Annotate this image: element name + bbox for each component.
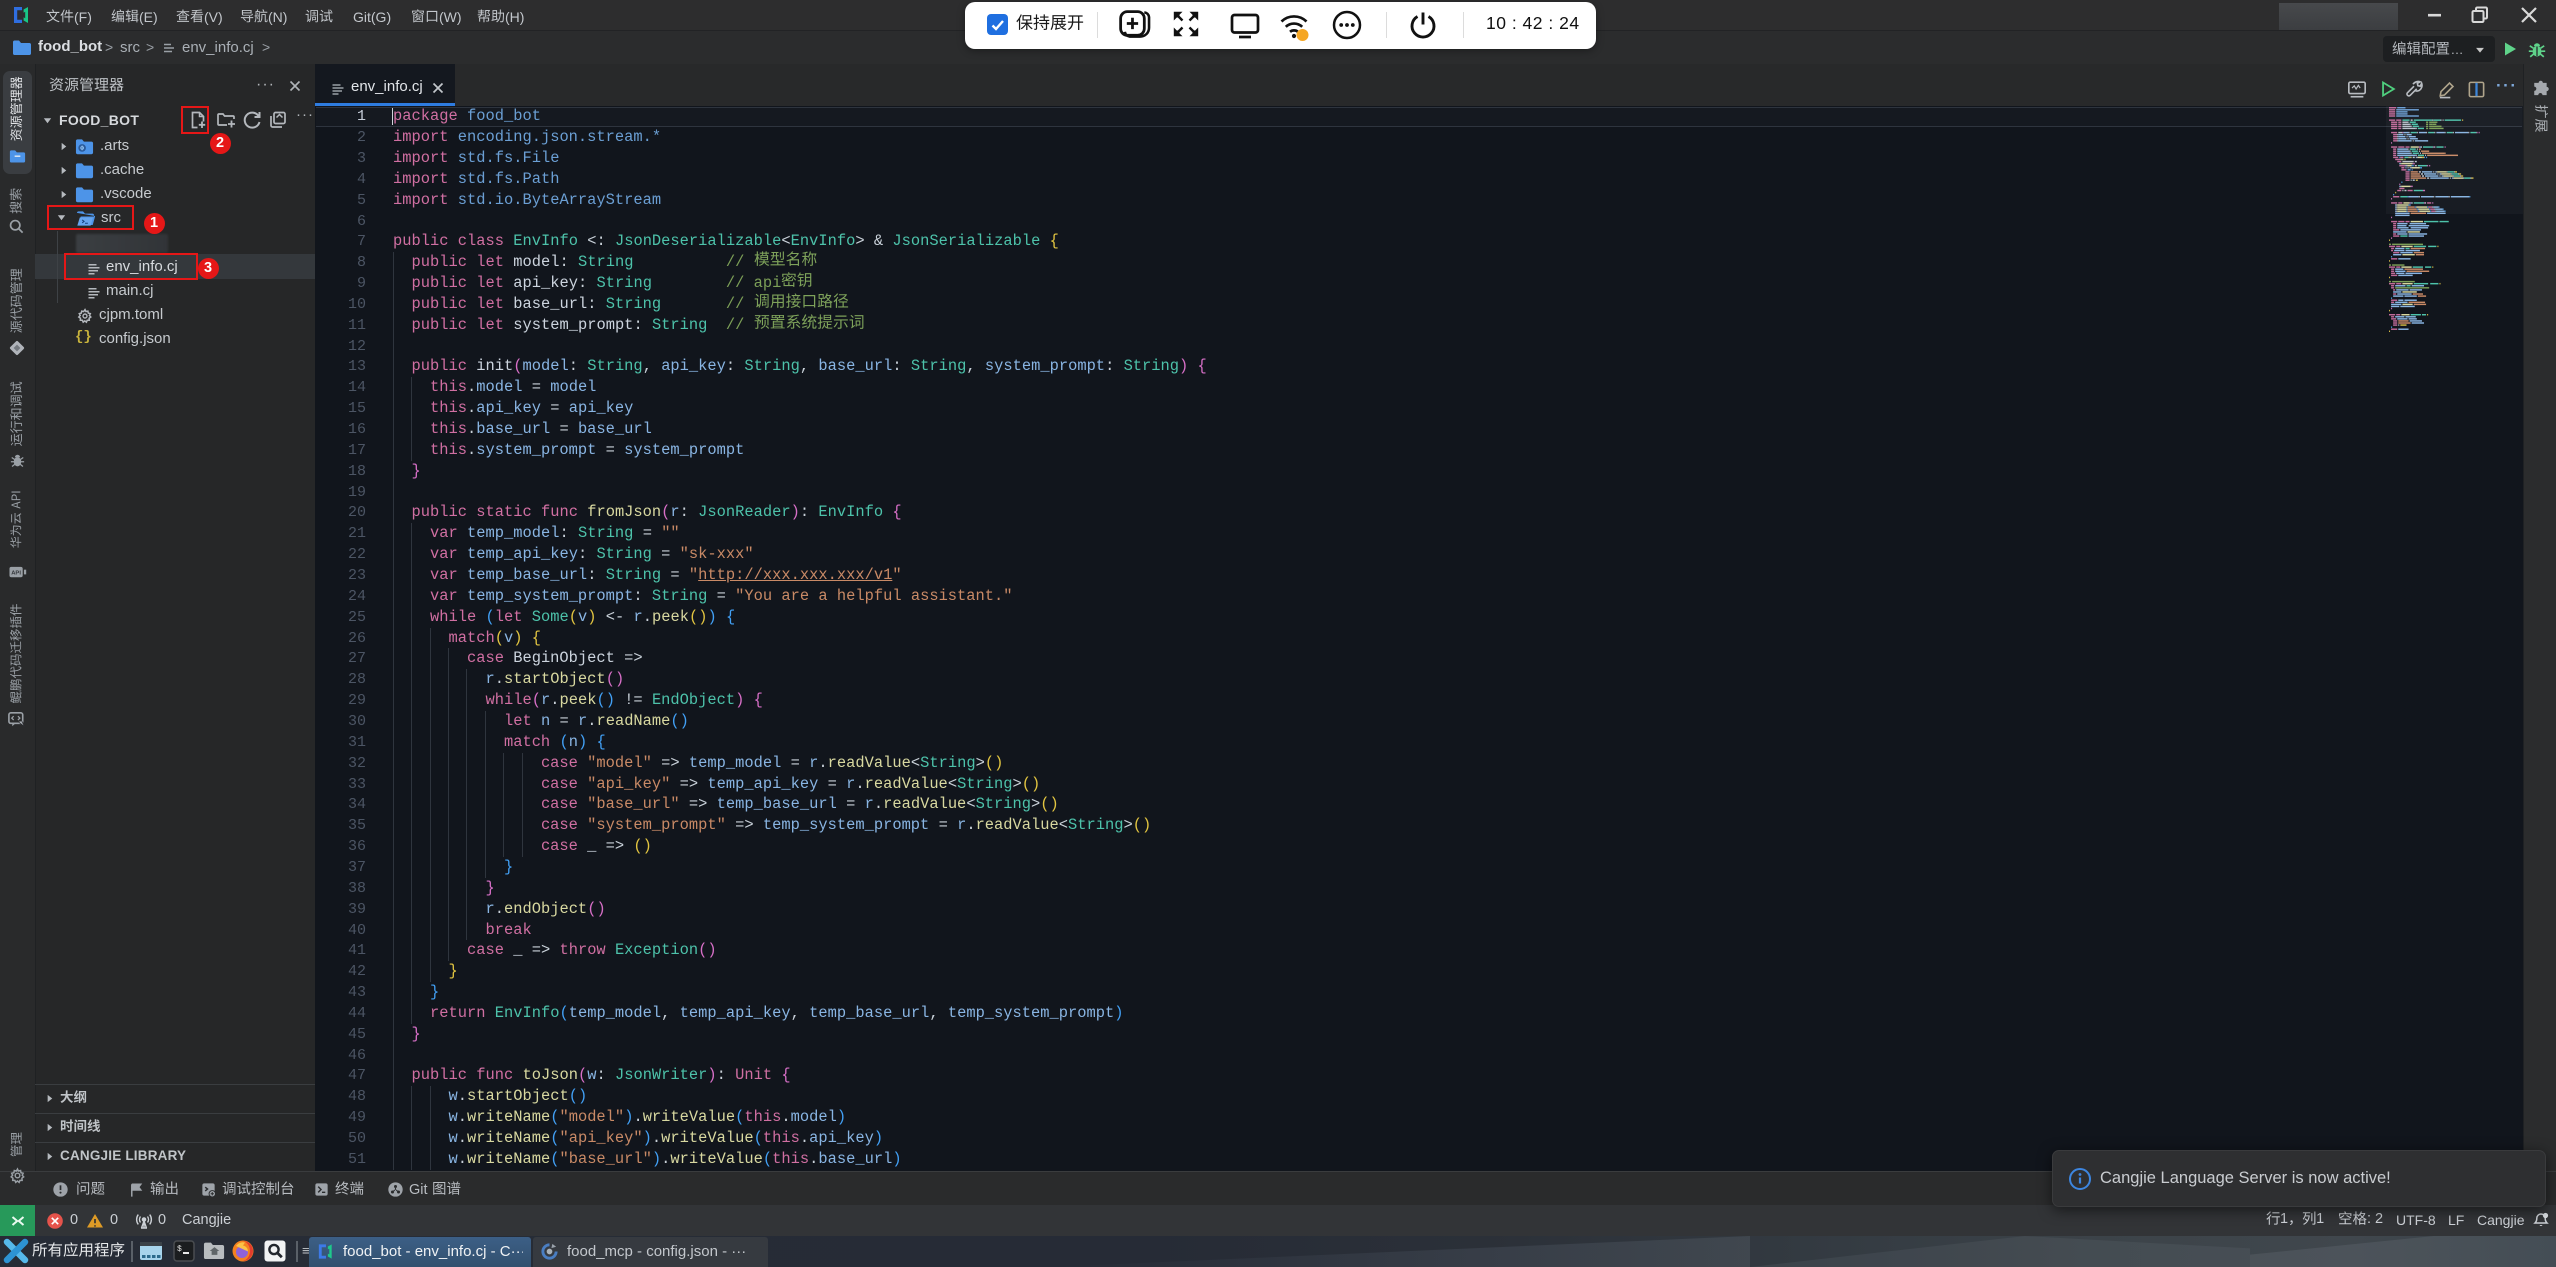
svg-text:$: $ <box>177 1245 182 1254</box>
svg-text:API: API <box>11 571 21 577</box>
